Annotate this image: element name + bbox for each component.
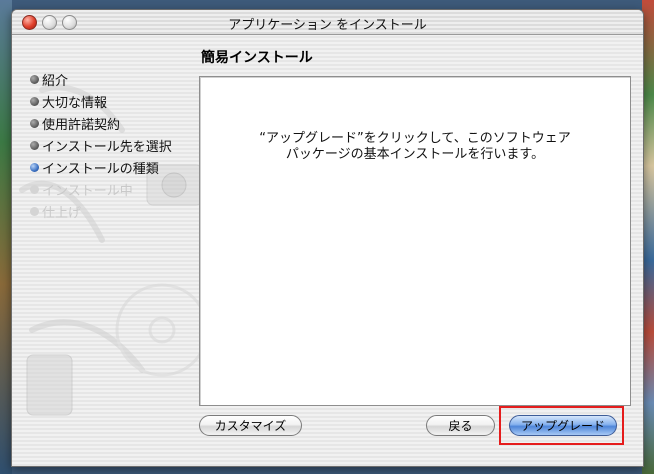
step-label: 仕上げ xyxy=(42,205,82,221)
step-bullet-icon xyxy=(30,184,39,194)
section-title: 簡易インストール xyxy=(201,50,313,66)
step-item-finish: 仕上げ xyxy=(30,200,172,222)
step-item-license: 使用許諾契約 xyxy=(30,112,172,134)
step-label: 大切な情報 xyxy=(42,95,108,111)
step-label: インストール中 xyxy=(42,183,133,199)
customize-button[interactable]: カスタマイズ xyxy=(199,415,302,436)
upgrade-highlight xyxy=(499,406,624,445)
step-bullet-icon xyxy=(30,162,39,172)
step-item-installation-type: インストールの種類 xyxy=(30,156,172,178)
step-label: インストールの種類 xyxy=(42,161,159,177)
step-bullet-icon xyxy=(30,118,39,128)
install-message: “アップグレード”をクリックして、このソフトウェア パッケージの基本インストール… xyxy=(200,131,630,163)
step-bullet-icon xyxy=(30,74,39,84)
step-bullet-icon xyxy=(30,96,39,106)
step-bullet-icon xyxy=(30,140,39,150)
installer-window: アプリケーション をインストール 簡易インストール 紹介 大切な情報 使用許諾契… xyxy=(11,9,644,467)
step-label: インストール先を選択 xyxy=(42,139,172,155)
back-button[interactable]: 戻る xyxy=(426,415,495,436)
step-bullet-icon xyxy=(30,206,39,216)
message-line-1: “アップグレード”をクリックして、このソフトウェア xyxy=(259,131,571,146)
message-line-2: パッケージの基本インストールを行います。 xyxy=(285,147,545,162)
step-label: 紹介 xyxy=(42,73,69,89)
content-pane: “アップグレード”をクリックして、このソフトウェア パッケージの基本インストール… xyxy=(199,76,631,406)
step-item-introduction: 紹介 xyxy=(30,68,172,90)
window-title: アプリケーション をインストール xyxy=(228,18,427,33)
title-bar[interactable]: アプリケーション をインストール xyxy=(12,10,643,35)
step-item-destination: インストール先を選択 xyxy=(30,134,172,156)
installer-steps: 紹介 大切な情報 使用許諾契約 インストール先を選択 インストールの種類 インス… xyxy=(30,68,172,222)
step-item-installing: インストール中 xyxy=(30,178,172,200)
step-label: 使用許諾契約 xyxy=(42,117,121,133)
step-item-read-me: 大切な情報 xyxy=(30,90,172,112)
